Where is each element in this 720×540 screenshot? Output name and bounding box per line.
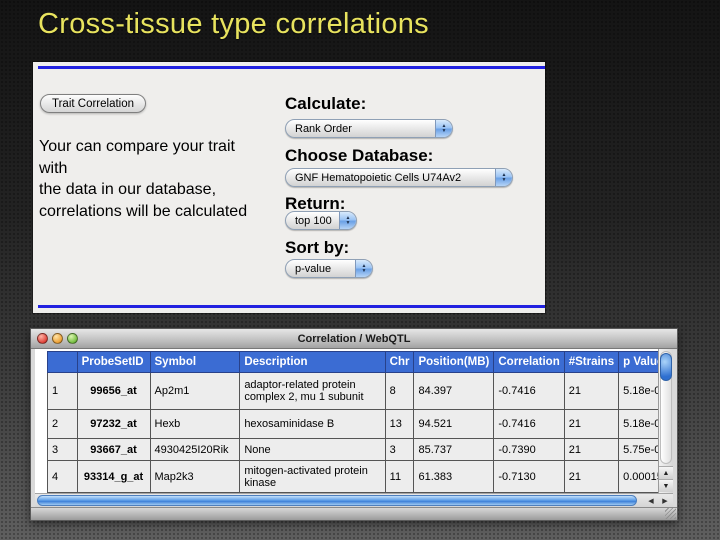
- row-number: 4: [48, 461, 78, 493]
- vertical-scrollbar-thumb[interactable]: [660, 353, 672, 381]
- strains-cell: 21: [564, 461, 618, 493]
- description-cell: mitogen-activated protein kinase: [240, 461, 385, 493]
- col-header-probesetid: ProbeSetID: [77, 352, 150, 373]
- correlation-table: ProbeSetID Symbol Description Chr Positi…: [47, 351, 673, 493]
- col-header-correlation: Correlation: [494, 352, 564, 373]
- vertical-scrollbar-buttons: ▲ ▼: [659, 466, 673, 492]
- row-number: 2: [48, 410, 78, 439]
- description-line: with: [39, 158, 289, 180]
- symbol-link[interactable]: Hexb: [150, 410, 240, 439]
- choose-database-label: Choose Database:: [285, 146, 433, 166]
- return-select[interactable]: top 100 ▲ ▼: [285, 211, 357, 230]
- sort-by-select[interactable]: p-value ▲ ▼: [285, 259, 373, 278]
- chr-cell: 3: [385, 439, 414, 461]
- description-line: correlations will be calculated: [39, 201, 289, 223]
- col-header-chr: Chr: [385, 352, 414, 373]
- calculate-label: Calculate:: [285, 94, 366, 114]
- window-content: ProbeSetID Symbol Description Chr Positi…: [35, 349, 673, 493]
- zoom-button[interactable]: [67, 333, 78, 344]
- stepper-arrows-icon: ▲ ▼: [495, 169, 512, 186]
- down-arrow-icon: ▼: [502, 178, 507, 183]
- page-title: Cross-tissue type correlations: [38, 8, 429, 41]
- description-line: the data in our database,: [39, 179, 289, 201]
- col-header-position: Position(MB): [414, 352, 494, 373]
- description-cell: adaptor-related protein complex 2, mu 1 …: [240, 373, 385, 410]
- strains-cell: 21: [564, 439, 618, 461]
- window-statusbar: [31, 507, 677, 520]
- stepper-arrows-icon: ▲ ▼: [339, 212, 356, 229]
- window-title: Correlation / WebQTL: [31, 333, 677, 345]
- correlation-link[interactable]: -0.7130: [494, 461, 564, 493]
- correlation-results-window: Correlation / WebQTL ProbeSetID Symbol D…: [30, 328, 678, 521]
- correlation-link[interactable]: -0.7390: [494, 439, 564, 461]
- down-arrow-icon: ▼: [442, 129, 447, 134]
- down-arrow-icon: ▼: [346, 221, 351, 226]
- minimize-button[interactable]: [52, 333, 63, 344]
- resize-grip-icon[interactable]: [665, 508, 676, 519]
- trait-correlation-button[interactable]: Trait Correlation: [40, 94, 146, 113]
- description-cell: hexosaminidase B: [240, 410, 385, 439]
- strains-cell: 21: [564, 410, 618, 439]
- col-header-symbol: Symbol: [150, 352, 240, 373]
- table-row: 2 97232_at Hexb hexosaminidase B 13 94.5…: [48, 410, 673, 439]
- description-line: Your can compare your trait: [39, 136, 289, 158]
- table-header-row: ProbeSetID Symbol Description Chr Positi…: [48, 352, 673, 373]
- row-number: 1: [48, 373, 78, 410]
- close-button[interactable]: [37, 333, 48, 344]
- correlation-link[interactable]: -0.7416: [494, 410, 564, 439]
- probeset-link[interactable]: 97232_at: [77, 410, 150, 439]
- probeset-link[interactable]: 99656_at: [77, 373, 150, 410]
- scroll-right-button[interactable]: ▶: [658, 496, 672, 506]
- down-arrow-icon: ▼: [362, 269, 367, 274]
- trait-correlation-form-panel: Trait Correlation Your can compare your …: [33, 62, 545, 313]
- stepper-arrows-icon: ▲ ▼: [435, 120, 452, 137]
- position-cell: 61.383: [414, 461, 494, 493]
- col-header-strains: #Strains: [564, 352, 618, 373]
- vertical-scrollbar[interactable]: ▲ ▼: [658, 349, 673, 493]
- scroll-up-button[interactable]: ▲: [659, 466, 673, 479]
- symbol-link[interactable]: Ap2m1: [150, 373, 240, 410]
- probeset-link[interactable]: 93314_g_at: [77, 461, 150, 493]
- row-number: 3: [48, 439, 78, 461]
- bottom-divider: [38, 305, 545, 308]
- symbol-link[interactable]: Map2k3: [150, 461, 240, 493]
- position-cell: 85.737: [414, 439, 494, 461]
- table-row: 3 93667_at 4930425I20Rik None 3 85.737 -…: [48, 439, 673, 461]
- correlation-link[interactable]: -0.7416: [494, 373, 564, 410]
- scroll-down-button[interactable]: ▼: [659, 479, 673, 492]
- position-cell: 84.397: [414, 373, 494, 410]
- col-header-description: Description: [240, 352, 385, 373]
- chr-cell: 8: [385, 373, 414, 410]
- horizontal-scrollbar[interactable]: ◀ ▶: [35, 493, 673, 507]
- form-description-text: Your can compare your trait with the dat…: [39, 136, 289, 222]
- probeset-link[interactable]: 93667_at: [77, 439, 150, 461]
- stepper-arrows-icon: ▲ ▼: [355, 260, 372, 277]
- sort-by-select-value: p-value: [286, 263, 331, 275]
- scroll-left-button[interactable]: ◀: [644, 496, 658, 506]
- database-select[interactable]: GNF Hematopoietic Cells U74Av2 ▲ ▼: [285, 168, 513, 187]
- col-header-index: [48, 352, 78, 373]
- horizontal-scrollbar-buttons: ◀ ▶: [644, 496, 672, 506]
- strains-cell: 21: [564, 373, 618, 410]
- chr-cell: 11: [385, 461, 414, 493]
- calculate-select-value: Rank Order: [286, 123, 352, 135]
- position-cell: 94.521: [414, 410, 494, 439]
- chr-cell: 13: [385, 410, 414, 439]
- window-titlebar[interactable]: Correlation / WebQTL: [31, 329, 677, 349]
- return-select-value: top 100: [286, 215, 332, 227]
- calculate-select[interactable]: Rank Order ▲ ▼: [285, 119, 453, 138]
- symbol-link[interactable]: 4930425I20Rik: [150, 439, 240, 461]
- table-row: 1 99656_at Ap2m1 adaptor-related protein…: [48, 373, 673, 410]
- description-cell: None: [240, 439, 385, 461]
- table-row: 4 93314_g_at Map2k3 mitogen-activated pr…: [48, 461, 673, 493]
- horizontal-scrollbar-thumb[interactable]: [37, 495, 637, 506]
- database-select-value: GNF Hematopoietic Cells U74Av2: [286, 172, 461, 184]
- sort-by-label: Sort by:: [285, 238, 349, 258]
- top-divider: [38, 66, 545, 69]
